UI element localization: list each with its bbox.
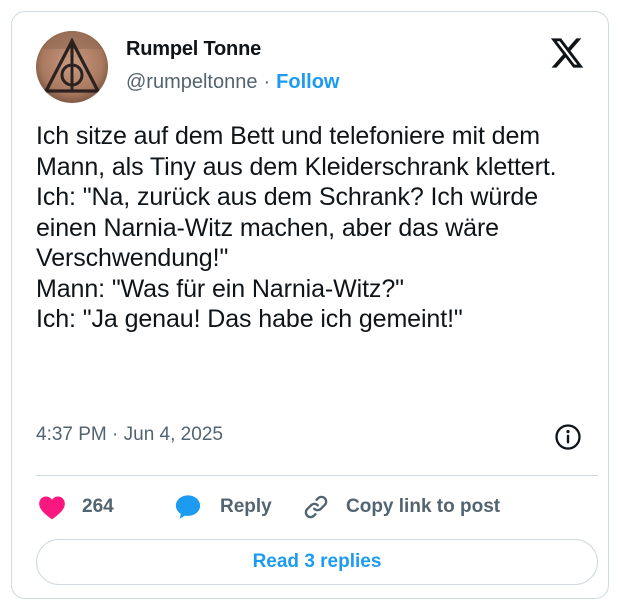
tweet-timestamp[interactable]: 4:37 PM · Jun 4, 2025: [36, 424, 223, 446]
read-replies-label: Read 3 replies: [252, 551, 382, 572]
divider: [36, 475, 598, 476]
separator-dot: ·: [263, 71, 271, 93]
tweet-card: Rumpel Tonne @rumpeltonne · Follow Ich s…: [11, 11, 609, 599]
tweet-text: Ich sitze auf dem Bett und telefoniere m…: [36, 122, 557, 333]
author-handle-row: @rumpeltonne · Follow: [126, 71, 339, 94]
read-replies-button[interactable]: Read 3 replies: [36, 539, 598, 585]
action-bar: 264 Reply Copy link to post: [36, 482, 598, 532]
link-icon: [304, 495, 328, 519]
like-count: 264: [82, 496, 114, 517]
author-handle[interactable]: @rumpeltonne: [126, 71, 257, 94]
reply-label: Reply: [220, 496, 272, 517]
info-icon[interactable]: [553, 422, 583, 452]
avatar[interactable]: [36, 31, 108, 103]
like-button[interactable]: 264: [38, 482, 114, 532]
author-name[interactable]: Rumpel Tonne: [126, 38, 261, 61]
follow-button[interactable]: Follow: [276, 71, 339, 94]
speech-bubble-icon: [175, 495, 201, 519]
reply-button[interactable]: Reply: [174, 482, 272, 532]
copy-link-button[interactable]: Copy link to post: [302, 482, 500, 532]
copy-link-label: Copy link to post: [346, 496, 501, 517]
x-logo-icon[interactable]: [548, 35, 586, 71]
heart-icon: [39, 496, 65, 520]
avatar-image: [36, 31, 108, 103]
